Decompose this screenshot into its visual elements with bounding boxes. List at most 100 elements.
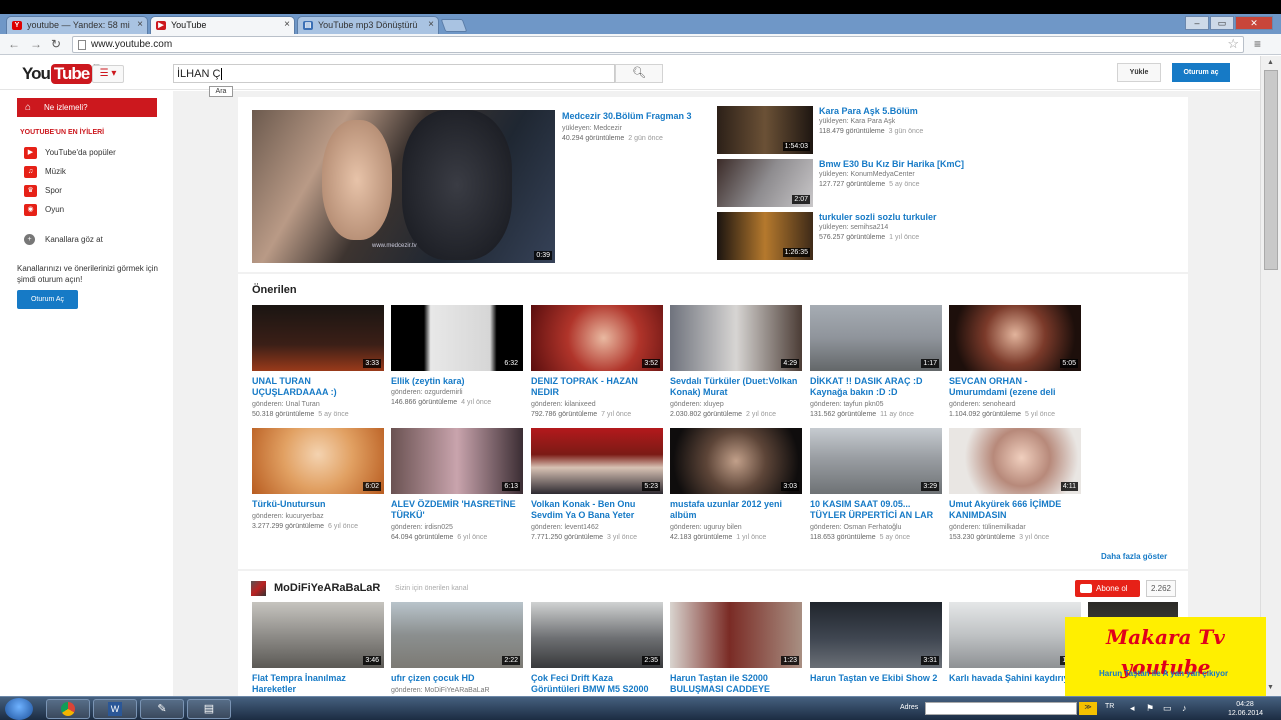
- video-uploader[interactable]: gönderen: uguruy bilen: [670, 523, 802, 533]
- subscribe-button[interactable]: Abone ol: [1075, 580, 1140, 597]
- video-uploader[interactable]: yükleyen: Kara Para Aşk: [819, 117, 895, 127]
- video-uploader[interactable]: yükleyen: KonumMedyaCenter: [819, 170, 915, 180]
- video-thumbnail[interactable]: 6:13: [391, 428, 523, 494]
- tab-yandex[interactable]: Y youtube — Yandex: 58 mi ×: [6, 16, 148, 34]
- video-thumbnail[interactable]: 3:46: [252, 602, 384, 668]
- scroll-down-icon[interactable]: ▼: [1267, 684, 1274, 691]
- video-thumbnail[interactable]: 3:03: [670, 428, 802, 494]
- video-thumbnail[interactable]: 5:05: [949, 305, 1081, 371]
- video-thumbnail[interactable]: 2:22: [391, 602, 523, 668]
- featured-side-title[interactable]: Bmw E30 Bu Kız Bir Harika [KmC]: [819, 159, 1179, 170]
- flag-icon[interactable]: ⚑: [1146, 703, 1154, 714]
- guide-item-popular[interactable]: ▶ YouTube'da popüler: [24, 147, 116, 161]
- video-thumbnail[interactable]: 6:02: [252, 428, 384, 494]
- video-title[interactable]: Harun Taştan ile S2000 BULUŞMASI CADDEYE: [670, 673, 802, 695]
- video-uploader[interactable]: gönderen: Ünal Turan: [252, 400, 384, 410]
- guide-item-sports[interactable]: ♛ Spor: [24, 185, 62, 199]
- taskbar-word[interactable]: W: [93, 699, 137, 719]
- upload-button[interactable]: Yükle: [1117, 63, 1161, 82]
- search-input[interactable]: İLHAN Ç: [173, 64, 615, 83]
- page-scrollbar[interactable]: ▲ ▼: [1260, 56, 1281, 696]
- close-tab-icon[interactable]: ×: [428, 19, 434, 30]
- close-window-button[interactable]: ✕: [1235, 16, 1273, 30]
- video-uploader[interactable]: gönderen: kucuryerbaz: [252, 512, 384, 522]
- channel-avatar[interactable]: [251, 581, 266, 596]
- video-thumbnail[interactable]: 1:17: [810, 305, 942, 371]
- video-title[interactable]: DİKKAT !! DASIK ARAÇ :D Kaynağa bakın :D…: [810, 376, 942, 398]
- video-title[interactable]: Harun Taştan ile A yan yan çıkıyor: [1099, 669, 1249, 689]
- volume-icon[interactable]: ♪: [1182, 703, 1187, 713]
- guide-item-gaming[interactable]: ◉ Oyun: [24, 204, 64, 218]
- section-title-recommended[interactable]: Önerilen: [252, 284, 297, 296]
- video-uploader[interactable]: gönderen: MoDiFiYeARaBaLaR: [391, 686, 523, 696]
- language-indicator[interactable]: TR: [1105, 703, 1114, 710]
- video-uploader[interactable]: yükleyen: semihsa214: [819, 223, 888, 233]
- featured-side-thumbnail[interactable]: 1:26:35: [717, 212, 813, 260]
- video-thumbnail[interactable]: 5:23: [531, 428, 663, 494]
- back-arrow-icon[interactable]: ←: [8, 37, 20, 51]
- video-title[interactable]: Flat Tempra İnanılmaz Hareketler: [252, 673, 384, 695]
- video-title[interactable]: UNAL TURAN UÇUŞLARDAAAA :): [252, 376, 384, 398]
- video-thumbnail[interactable]: 3:52: [531, 305, 663, 371]
- video-title[interactable]: DENIZ TOPRAK - HAZAN NEDIR: [531, 376, 663, 398]
- video-thumbnail[interactable]: 6:32: [391, 305, 523, 371]
- featured-side-title[interactable]: turkuler sozli sozlu turkuler: [819, 212, 1179, 223]
- video-title[interactable]: Karlı havada Şahini kaydırıyor: [949, 673, 1081, 695]
- video-uploader[interactable]: gönderen: kilanixeed: [531, 400, 663, 410]
- video-uploader[interactable]: gönderen: Osman Ferhatoğlu: [810, 523, 942, 533]
- video-title[interactable]: Çok Feci Drift Kaza Görüntüleri BMW M5 S…: [531, 673, 663, 695]
- video-thumbnail[interactable]: 4:29: [670, 305, 802, 371]
- close-tab-icon[interactable]: ×: [284, 19, 290, 30]
- taskbar-chrome[interactable]: [46, 699, 90, 719]
- youtube-logo[interactable]: You Tube TR: [22, 64, 100, 84]
- video-title[interactable]: ALEV ÖZDEMİR 'HASRETİNE TÜRKÜ': [391, 499, 523, 521]
- featured-main-thumbnail[interactable]: www.medcezir.tv 0:39: [252, 110, 555, 263]
- video-uploader[interactable]: gönderen: senoheard: [949, 400, 1081, 410]
- video-title[interactable]: ufır çizen çocuk HD: [391, 673, 523, 684]
- featured-main-title[interactable]: Medcezir 30.Bölüm Fragman 3: [562, 111, 712, 122]
- guide-signin-button[interactable]: Oturum Aç: [17, 290, 78, 309]
- video-uploader[interactable]: yükleyen: Medcezir: [562, 124, 622, 134]
- tab-youtube[interactable]: ▶ YouTube ×: [150, 16, 295, 34]
- video-thumbnail[interactable]: 4:11: [949, 428, 1081, 494]
- video-thumbnail[interactable]: 2:35: [531, 602, 663, 668]
- show-more-link[interactable]: Daha fazla göster: [1101, 552, 1167, 561]
- forward-arrow-icon[interactable]: →: [30, 37, 42, 51]
- video-uploader[interactable]: gönderen: levent1462: [531, 523, 663, 533]
- video-title[interactable]: Türkü-Unutursun: [252, 499, 384, 510]
- video-thumbnail[interactable]: 1:23: [670, 602, 802, 668]
- video-uploader[interactable]: gönderen: tayfun pkn05: [810, 400, 942, 410]
- bookmark-star-icon[interactable]: ☆: [1227, 36, 1239, 52]
- minimize-button[interactable]: –: [1185, 16, 1209, 30]
- tray-arrow-icon[interactable]: ◂: [1130, 703, 1135, 714]
- video-thumbnail[interactable]: 1:14: [949, 602, 1081, 668]
- scrollbar-thumb[interactable]: [1264, 70, 1278, 270]
- guide-item-what-to-watch[interactable]: ⌂ Ne izlemeli?: [17, 98, 157, 117]
- video-title[interactable]: SEVCAN ORHAN - Umurumdami (ezene deli: [949, 376, 1081, 398]
- video-thumbnail[interactable]: 3:29: [810, 428, 942, 494]
- video-uploader[interactable]: gönderen: ozgurdemirli: [391, 388, 523, 398]
- guide-item-music[interactable]: ♫ Müzik: [24, 166, 66, 180]
- channel-name[interactable]: MoDiFiYeARaBaLaR: [274, 582, 380, 594]
- video-thumbnail[interactable]: 3:31: [810, 602, 942, 668]
- video-title[interactable]: 10 KASIM SAAT 09.05... TÜYLER ÜRPERTİCİ …: [810, 499, 942, 521]
- signin-button[interactable]: Oturum aç: [1172, 63, 1230, 82]
- video-title[interactable]: mustafa uzunlar 2012 yeni albüm: [670, 499, 802, 521]
- scroll-up-icon[interactable]: ▲: [1267, 59, 1274, 66]
- taskbar-app[interactable]: ✎: [140, 699, 184, 719]
- search-button[interactable]: 🔍︎: [615, 64, 663, 83]
- reload-icon[interactable]: ↻: [51, 37, 61, 51]
- video-thumbnail[interactable]: 3:33: [252, 305, 384, 371]
- video-uploader[interactable]: gönderen: tülinemilkadar: [949, 523, 1081, 533]
- video-uploader[interactable]: gönderen: xluyep: [670, 400, 802, 410]
- video-uploader[interactable]: gönderen: irdisn025: [391, 523, 523, 533]
- start-button[interactable]: [5, 698, 33, 720]
- guide-item-browse-channels[interactable]: + Kanallara göz at: [24, 234, 103, 248]
- featured-side-title[interactable]: Kara Para Aşk 5.Bölüm: [819, 106, 1179, 117]
- close-tab-icon[interactable]: ×: [137, 19, 143, 30]
- monitor-icon[interactable]: ▭: [1163, 703, 1172, 714]
- clock[interactable]: 04:28 12.06.2014: [1228, 700, 1263, 718]
- new-tab-button[interactable]: [440, 19, 468, 32]
- browser-menu-icon[interactable]: ≡: [1254, 37, 1261, 51]
- video-title[interactable]: Sevdalı Türküler (Duet:Volkan Konak) Mur…: [670, 376, 802, 398]
